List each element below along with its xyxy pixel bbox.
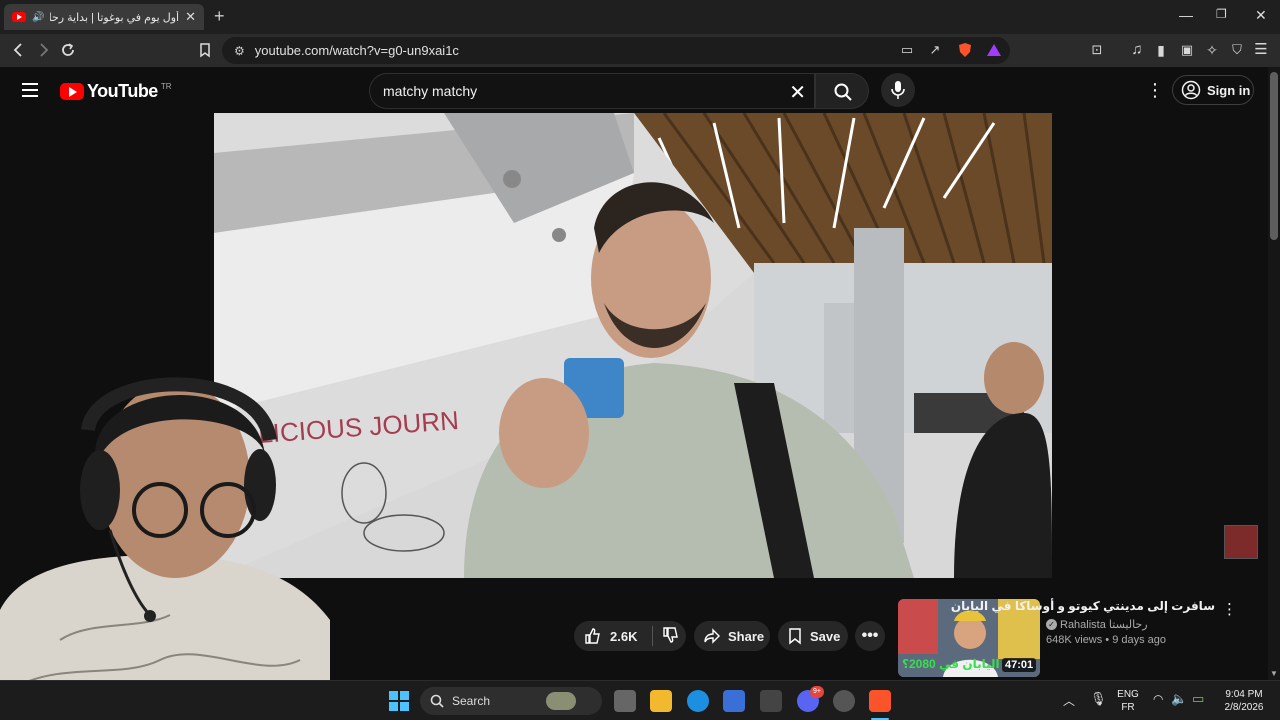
audio-playing-icon[interactable]: 🔊 bbox=[32, 12, 44, 23]
language-indicator[interactable]: ENG FR bbox=[1114, 688, 1142, 714]
scroll-down-icon[interactable]: ▼ bbox=[1270, 669, 1278, 678]
account-circle-icon bbox=[1181, 80, 1201, 100]
sidebar-icon[interactable]: ▮ bbox=[1152, 41, 1170, 59]
video-player[interactable]: LICIOUS JOURN bbox=[214, 113, 1052, 578]
tray-mic-icon[interactable]: 🎙 bbox=[1090, 691, 1107, 707]
clock-date: 2/8/2026 bbox=[1224, 702, 1264, 713]
taskbar-search-icon bbox=[430, 694, 444, 708]
discord-badge: 9+ bbox=[810, 686, 824, 698]
recommended-meta: 648K views • 9 days ago bbox=[1046, 634, 1167, 646]
more-actions-button[interactable]: ••• bbox=[855, 621, 885, 651]
sign-in-button[interactable]: Sign in bbox=[1172, 75, 1254, 105]
youtube-favicon-icon bbox=[12, 12, 26, 22]
taskbar-search-label: Search bbox=[452, 694, 491, 708]
search-highlight-icon bbox=[546, 692, 577, 710]
scrollbar-thumb[interactable] bbox=[1270, 72, 1278, 240]
recommended-title[interactable]: سافرت إلى مدينتي كيوتو و أوساكا في الياب… bbox=[951, 599, 1215, 613]
end-screen-thumbnail[interactable] bbox=[1224, 525, 1258, 559]
volume-icon[interactable]: 🔈 bbox=[1171, 691, 1187, 707]
brave-shields-icon[interactable] bbox=[956, 41, 974, 59]
windows-taskbar: Search 9+ ︿ 🎙 ENG FR ◠ 🔈 ▭ 9:04 PM 2/8/2… bbox=[0, 680, 1280, 720]
voice-search-button[interactable] bbox=[881, 73, 915, 107]
browser-tab-active[interactable]: 🔊 أول يوم في بوغوتا | بداية رحلتي ✕ bbox=[4, 4, 204, 30]
edge-browser-icon[interactable] bbox=[687, 690, 709, 712]
share-label: Share bbox=[728, 628, 765, 644]
close-window-button[interactable]: ✕ bbox=[1255, 7, 1267, 24]
dislike-button[interactable] bbox=[653, 626, 680, 647]
clock-time: 9:04 PM bbox=[1225, 689, 1263, 700]
save-label: Save bbox=[810, 628, 841, 644]
reload-icon[interactable] bbox=[59, 41, 77, 59]
country-code: TR bbox=[160, 82, 172, 91]
recommended-more-icon[interactable]: ⋮ bbox=[1222, 600, 1237, 618]
minimize-button[interactable]: — bbox=[1179, 7, 1193, 23]
search-query: matchy matchy bbox=[383, 83, 478, 99]
sign-in-label: Sign in bbox=[1207, 82, 1251, 98]
share-arrow-icon bbox=[704, 628, 720, 644]
bookmark-icon[interactable] bbox=[196, 41, 214, 59]
taskbar-search-box[interactable]: Search bbox=[420, 687, 602, 715]
brave-browser-icon[interactable] bbox=[869, 690, 891, 712]
youtube-play-icon bbox=[60, 83, 84, 100]
address-bar[interactable]: ⚙ youtube.com/watch?v=g0-un9xai1c bbox=[222, 37, 1010, 64]
save-bookmark-icon bbox=[789, 628, 801, 645]
like-count: 2.6K bbox=[610, 628, 638, 644]
thumbs-down-icon bbox=[663, 626, 678, 643]
file-explorer-icon[interactable] bbox=[650, 690, 672, 712]
browser-tab-strip: 🔊 أول يوم في بوغوتا | بداية رحلتي ✕ + — … bbox=[0, 0, 1280, 34]
tab-title: أول يوم في بوغوتا | بداية رحلتي bbox=[50, 11, 180, 24]
site-settings-icon[interactable]: ⚙ bbox=[234, 44, 245, 58]
recommended-channel[interactable]: ✓ Rahalista رحاليستا bbox=[1046, 618, 1148, 631]
search-input[interactable]: matchy matchy ✕ bbox=[369, 73, 815, 109]
back-arrow-icon[interactable] bbox=[10, 41, 28, 59]
vpn-icon[interactable]: ⛉ bbox=[1228, 41, 1246, 59]
logo-wordmark: YouTube bbox=[87, 81, 158, 101]
app-circle-icon[interactable] bbox=[833, 690, 855, 712]
like-button[interactable]: 2.6K bbox=[574, 627, 652, 645]
search-icon bbox=[834, 83, 852, 101]
tab-close-icon[interactable]: ✕ bbox=[185, 9, 196, 25]
youtube-logo[interactable]: YouTube TR bbox=[60, 81, 172, 102]
thumbnail-caption: اليابان في 2080؟ bbox=[902, 657, 1000, 671]
restore-button[interactable]: ❐ bbox=[1216, 7, 1227, 21]
brave-rewards-icon[interactable] bbox=[985, 41, 1003, 59]
wallet-icon[interactable]: ▣ bbox=[1178, 41, 1196, 59]
youtube-header: YouTube TR matchy matchy ✕ ⋮ Sign in bbox=[0, 67, 1268, 113]
media-icon[interactable]: ♫ bbox=[1128, 41, 1146, 59]
like-dislike-group: 2.6K bbox=[574, 621, 686, 651]
system-clock[interactable]: 9:04 PM 2/8/2026 bbox=[1218, 688, 1270, 714]
forward-arrow-icon[interactable] bbox=[34, 41, 52, 59]
guide-menu-icon[interactable] bbox=[22, 83, 38, 97]
search-button[interactable] bbox=[815, 73, 869, 109]
microphone-icon bbox=[891, 81, 905, 99]
thumbs-up-icon bbox=[585, 628, 600, 644]
webcam-overlay bbox=[0, 360, 330, 720]
windows-start-icon[interactable] bbox=[389, 691, 409, 716]
battery-icon[interactable]: ▭ bbox=[1192, 691, 1204, 707]
browser-toolbar: ⚙ youtube.com/watch?v=g0-un9xai1c ▭ ↗ 1 … bbox=[0, 34, 1280, 86]
reader-mode-icon[interactable]: ⊡ bbox=[1088, 41, 1106, 59]
browser-menu-icon[interactable]: ☰ bbox=[1252, 41, 1270, 59]
clear-search-icon[interactable]: ✕ bbox=[789, 80, 806, 105]
video-frame: LICIOUS JOURN bbox=[214, 113, 1052, 578]
cast-icon[interactable]: ▭ bbox=[898, 41, 916, 59]
video-duration: 47:01 bbox=[1002, 658, 1037, 672]
verified-check-icon: ✓ bbox=[1046, 619, 1057, 630]
channel-name: Rahalista رحاليستا bbox=[1060, 619, 1148, 631]
save-button[interactable]: Save bbox=[778, 621, 848, 651]
lang-top: ENG bbox=[1117, 689, 1139, 700]
share-page-icon[interactable]: ↗ bbox=[926, 41, 944, 59]
leo-ai-icon[interactable]: ✧ bbox=[1203, 41, 1221, 59]
webcam-feed bbox=[0, 377, 330, 720]
wifi-icon[interactable]: ◠ bbox=[1153, 692, 1163, 706]
url-text: youtube.com/watch?v=g0-un9xai1c bbox=[254, 43, 459, 58]
microsoft-store-icon[interactable] bbox=[723, 690, 745, 712]
tray-overflow-icon[interactable]: ︿ bbox=[1063, 692, 1075, 709]
lang-bottom: FR bbox=[1121, 702, 1135, 713]
app-hexagon-icon[interactable] bbox=[760, 690, 782, 712]
settings-kebab-icon[interactable]: ⋮ bbox=[1146, 80, 1164, 101]
task-view-icon[interactable] bbox=[614, 690, 636, 712]
share-button[interactable]: Share bbox=[694, 621, 770, 651]
new-tab-button[interactable]: + bbox=[214, 6, 225, 27]
